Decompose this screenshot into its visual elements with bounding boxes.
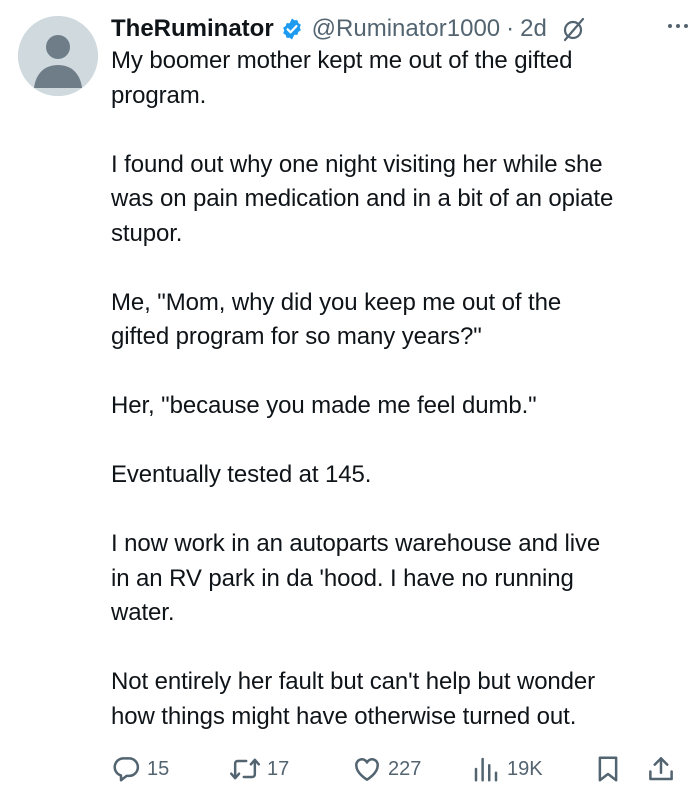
- default-avatar-icon: [18, 16, 98, 96]
- like-button[interactable]: 227: [352, 752, 421, 786]
- tweet-line: how things might have otherwise turned o…: [111, 702, 577, 730]
- tweet-paragraph: Eventually tested at 145.: [111, 458, 686, 493]
- bookmark-button[interactable]: [593, 752, 623, 786]
- tweet-paragraph: Me, "Mom, why did you keep me out of the…: [111, 286, 686, 355]
- timestamp[interactable]: 2d: [520, 15, 547, 43]
- tweet-line: I found out why one night visiting her w…: [111, 150, 603, 178]
- tweet-line: My boomer mother kept me out of the gift…: [111, 47, 573, 74]
- tweet-paragraph: My boomer mother kept me out of the gift…: [111, 44, 686, 113]
- tweet: TheRuminator @Ruminator1000 · 2d My boom…: [0, 0, 700, 806]
- like-count: 227: [388, 757, 422, 780]
- repost-button[interactable]: 17: [229, 752, 289, 786]
- user-handle[interactable]: @Ruminator1000: [312, 15, 500, 43]
- display-name[interactable]: TheRuminator: [111, 15, 274, 43]
- action-bar: 15 17 227 19K: [111, 752, 686, 786]
- tweet-paragraph: I now work in an autoparts warehouse and…: [111, 527, 686, 631]
- tweet-paragraph: I found out why one night visiting her w…: [111, 148, 686, 252]
- tweet-line: Her, "because you made me feel dumb.": [111, 392, 537, 419]
- bookmark-icon: [598, 756, 618, 782]
- tweet-line: stupor.: [111, 219, 183, 247]
- view-count: 19K: [507, 757, 543, 780]
- verified-badge-icon[interactable]: [280, 17, 304, 41]
- views-icon: [474, 757, 498, 782]
- grok-icon[interactable]: [561, 16, 587, 42]
- tweet-line: water.: [111, 599, 175, 626]
- tweet-line: gifted program for so many years?": [111, 323, 482, 350]
- tweet-line: I now work in an autoparts warehouse and…: [111, 530, 601, 557]
- tweet-line: Eventually tested at 145.: [111, 461, 372, 488]
- tweet-paragraph: Not entirely her fault but can't help bu…: [111, 665, 686, 734]
- tweet-header: TheRuminator @Ruminator1000 · 2d: [111, 12, 587, 46]
- more-icon[interactable]: [664, 16, 692, 36]
- reply-count: 15: [147, 757, 170, 780]
- share-button[interactable]: [646, 752, 676, 786]
- reply-button[interactable]: 15: [111, 752, 169, 786]
- share-icon: [649, 757, 673, 781]
- tweet-text: My boomer mother kept me out of the gift…: [111, 44, 686, 734]
- heart-icon: [355, 758, 379, 781]
- separator-dot: ·: [506, 15, 515, 42]
- tweet-line: in an RV park in da 'hood. I have no run…: [111, 564, 574, 592]
- tweet-line: program.: [111, 81, 207, 109]
- views-button[interactable]: 19K: [471, 752, 543, 786]
- tweet-line: Not entirely her fault but can't help bu…: [111, 668, 596, 695]
- tweet-paragraph: Her, "because you made me feel dumb.": [111, 389, 686, 424]
- repost-count: 17: [267, 757, 290, 780]
- reply-icon: [113, 757, 140, 782]
- avatar[interactable]: [18, 16, 98, 96]
- repost-icon: [229, 758, 261, 780]
- tweet-line: was on pain medication and in a bit of a…: [111, 185, 614, 212]
- tweet-line: Me, "Mom, why did you keep me out of the: [111, 288, 562, 316]
